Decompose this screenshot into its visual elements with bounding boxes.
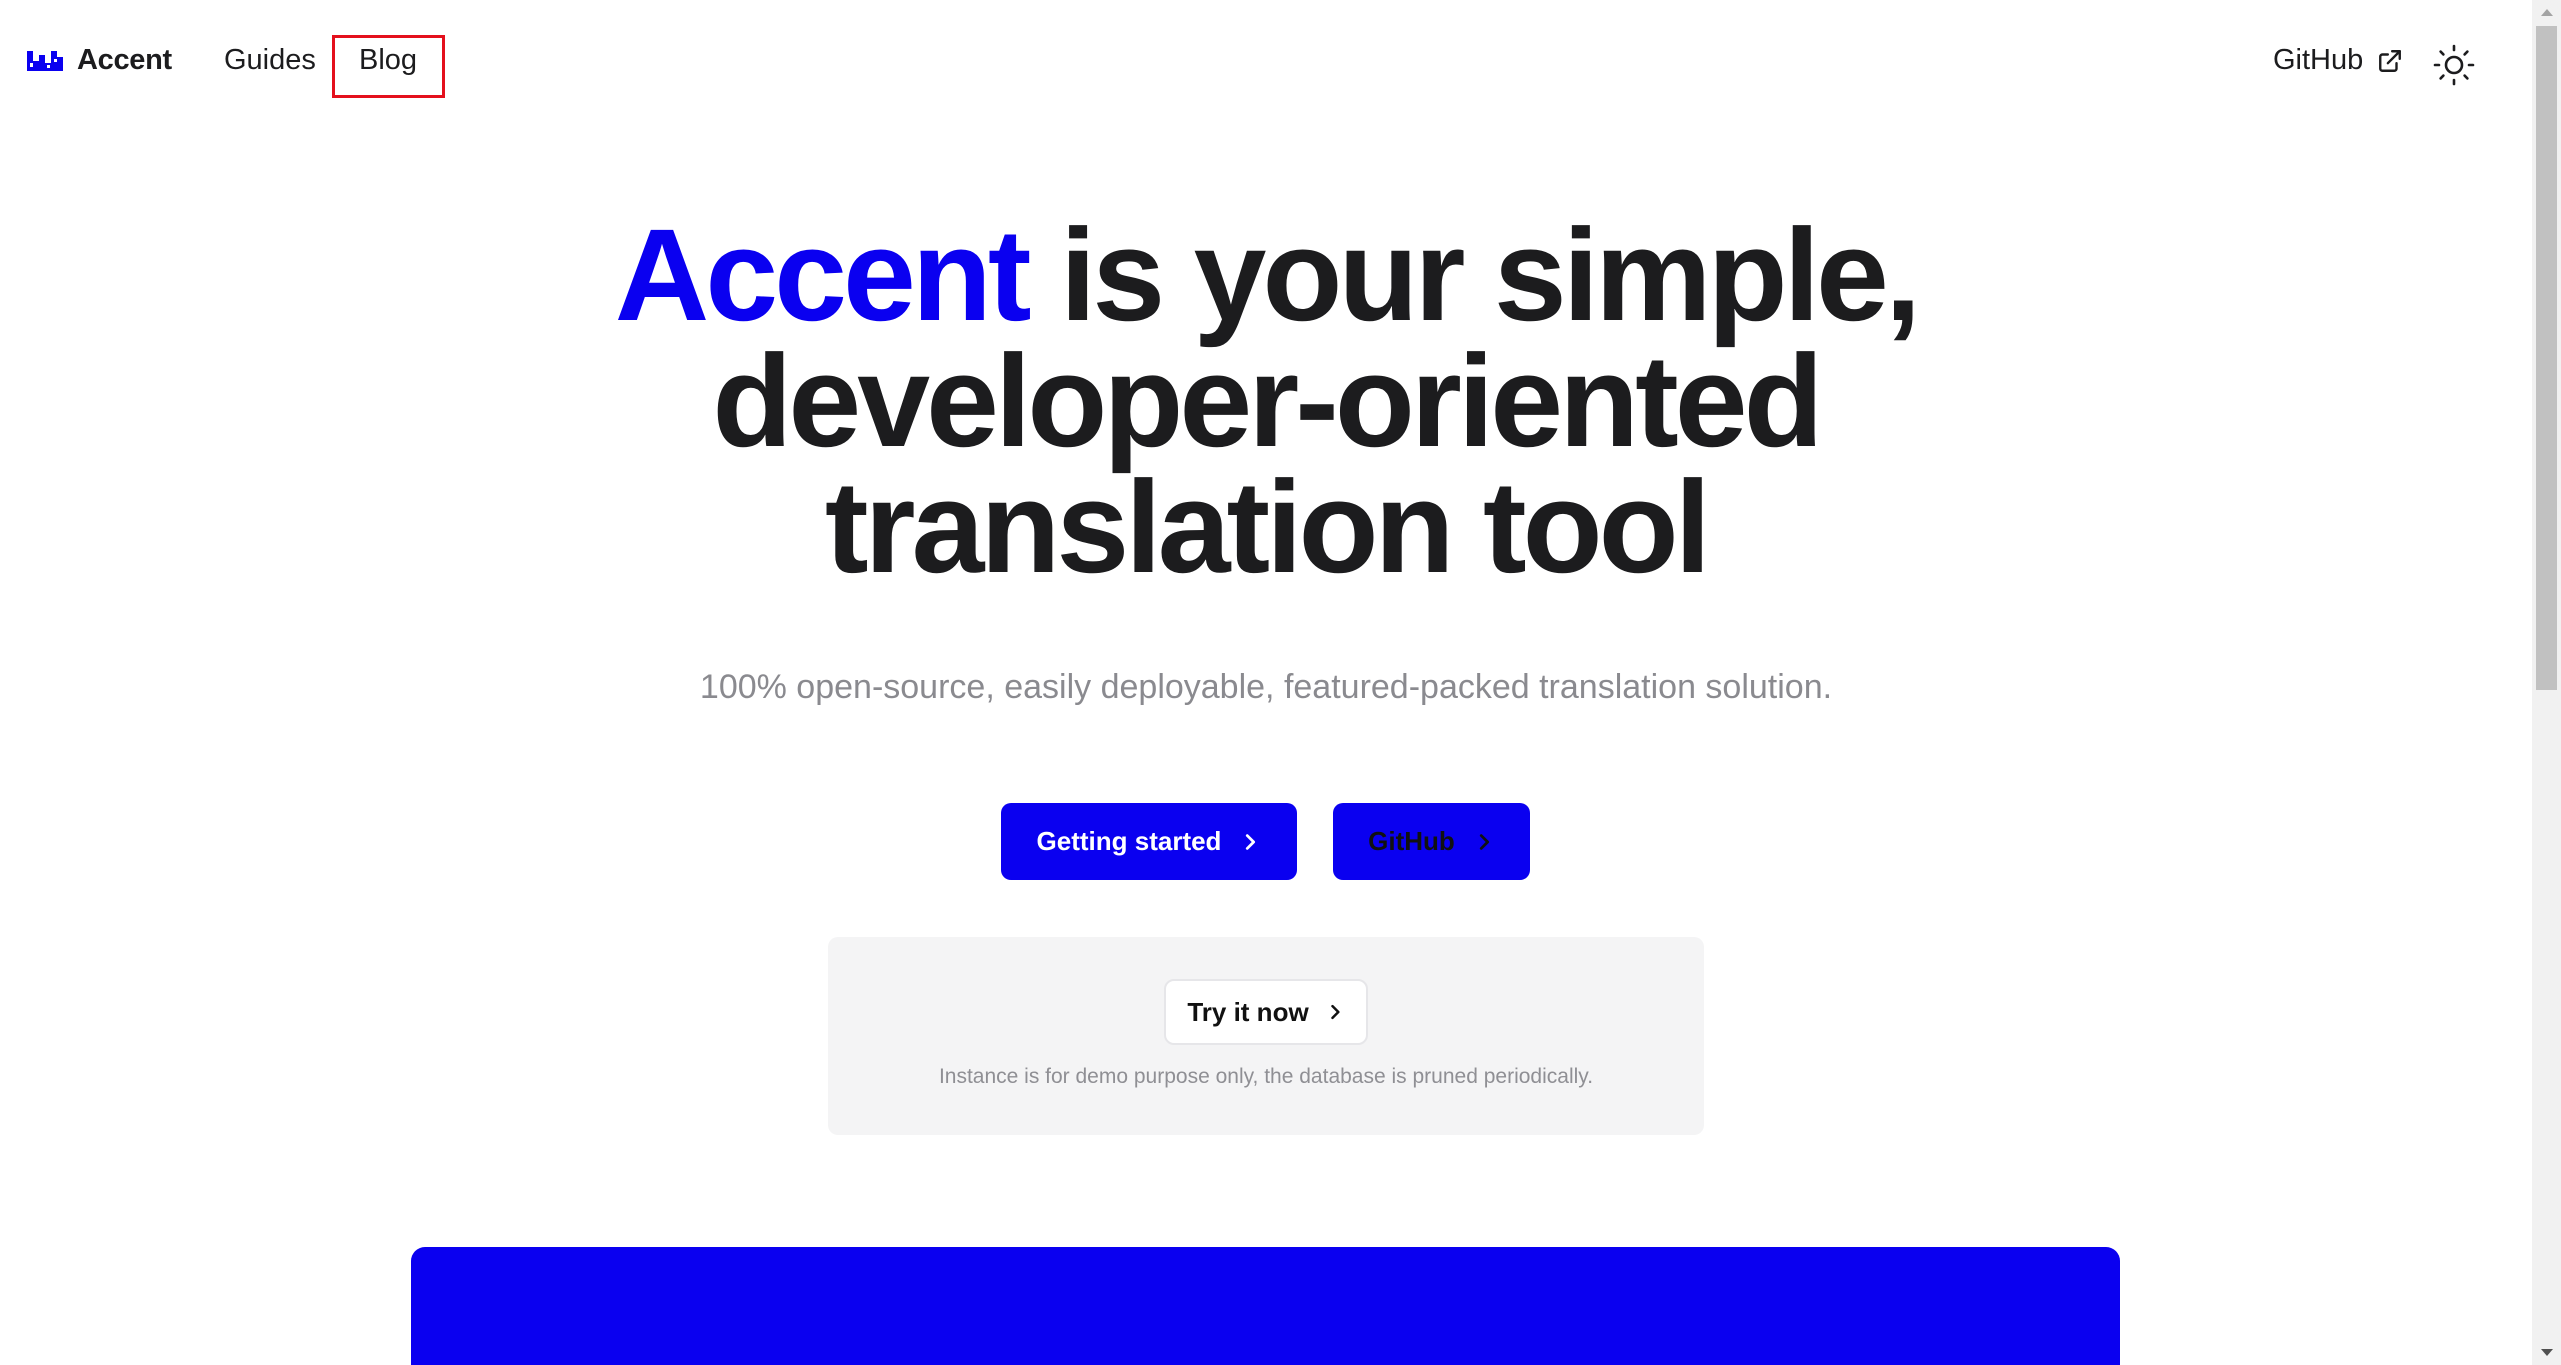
try-it-now-button[interactable]: Try it now [1164,979,1368,1045]
blog-highlight-box [332,35,445,98]
brand-name: Accent [77,44,172,76]
hero-title-line3: translation tool [824,453,1711,600]
github-button[interactable]: GitHub [1333,803,1530,880]
nav-github-link[interactable]: GitHub [2273,44,2403,77]
brand-home-link[interactable]: Accent [27,44,172,77]
hero-title: Accent is your simple, developer-oriented… [0,209,2532,592]
hero-title-line2: developer-oriented [712,327,1823,474]
chevron-right-icon [1330,1004,1340,1020]
feature-showcase-panel [411,1247,2120,1365]
hero-title-accent: Accent [614,201,1032,348]
demo-card: Try it now Instance is for demo purpose … [828,937,1704,1135]
scroll-down-arrow-icon[interactable] [2532,1341,2561,1365]
try-it-now-label: Try it now [1187,996,1309,1027]
nav-link-guides[interactable]: Guides [224,44,316,77]
getting-started-button[interactable]: Getting started [1001,803,1297,880]
hero-subtitle: 100% open-source, easily deployable, fea… [699,668,1833,706]
chevron-right-icon [1479,833,1489,850]
page: Accent Guides Blog GitHub Accent is your [0,0,2561,1365]
accent-logo-icon [27,50,63,71]
page-scrollbar[interactable] [2532,0,2561,1365]
external-link-icon [2379,49,2402,72]
sun-icon[interactable] [2433,44,2475,86]
chevron-right-icon [1246,833,1256,850]
demo-note: Instance is for demo purpose only, the d… [938,1065,1594,1088]
getting-started-label: Getting started [1036,826,1222,856]
nav-github-label: GitHub [2273,44,2364,76]
github-button-label: GitHub [1368,826,1455,856]
scroll-up-arrow-icon[interactable] [2532,0,2561,24]
top-navigation: Accent Guides Blog GitHub [0,0,2532,130]
scrollbar-thumb[interactable] [2536,26,2557,690]
hero-title-line1: is your simple, [1027,201,1921,348]
